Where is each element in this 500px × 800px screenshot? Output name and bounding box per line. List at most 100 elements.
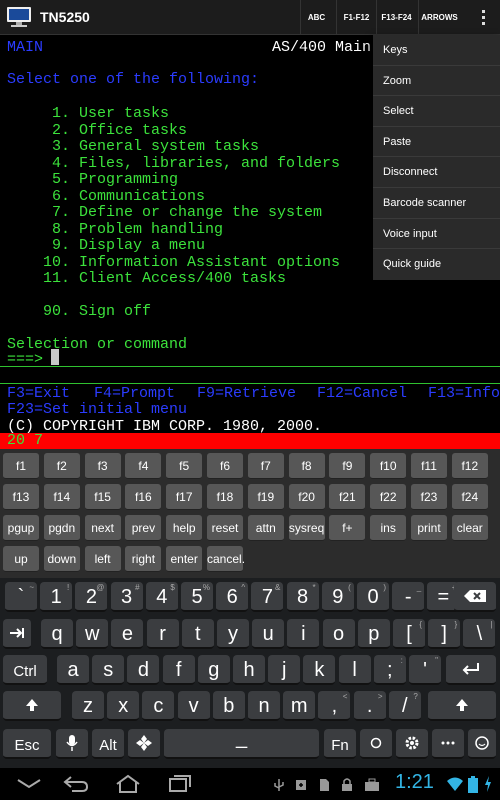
menu-item-paste[interactable]: Paste bbox=[373, 127, 500, 158]
terminal-key-cancel[interactable]: cancel. bbox=[207, 546, 245, 572]
terminal-key-enter[interactable]: enter bbox=[166, 546, 203, 572]
key-k-row3-7[interactable]: k bbox=[303, 655, 336, 685]
terminal-key-f7[interactable]: f7 bbox=[247, 453, 284, 479]
key-p-row2-9[interactable]: p bbox=[357, 619, 390, 649]
symbols-key[interactable] bbox=[128, 729, 160, 759]
settings-key[interactable] bbox=[396, 729, 428, 759]
menu-option[interactable]: 6. Communications bbox=[52, 188, 205, 205]
key-y-row2-5[interactable]: y bbox=[217, 619, 249, 649]
key-g-row3-4[interactable]: g bbox=[197, 655, 230, 685]
terminal-key-f11[interactable]: f11 bbox=[411, 453, 447, 479]
terminal-key-f23[interactable]: f23 bbox=[411, 484, 447, 510]
terminal-key-help[interactable]: help bbox=[166, 515, 203, 541]
menu-item-keys[interactable]: Keys bbox=[373, 35, 500, 66]
abc-keys-button[interactable]: ABC bbox=[300, 0, 332, 35]
key-b-row4-4[interactable]: b bbox=[212, 691, 245, 721]
fn-key[interactable]: Fn bbox=[324, 729, 356, 759]
terminal-key-f1[interactable]: f1 bbox=[3, 453, 39, 479]
signoff-option[interactable]: 90. Sign off bbox=[43, 303, 151, 320]
key-j-row3-6[interactable]: j bbox=[268, 655, 301, 685]
terminal-key-f18[interactable]: f18 bbox=[207, 484, 243, 510]
key-3-row1[interactable]: 3 # bbox=[110, 582, 143, 612]
circle-key[interactable] bbox=[360, 729, 392, 759]
terminal-key-f14[interactable]: f14 bbox=[43, 484, 80, 510]
terminal-key-attn[interactable]: attn bbox=[247, 515, 284, 541]
key-f-row3-3[interactable]: f bbox=[162, 655, 195, 685]
terminal-key-f10[interactable]: f10 bbox=[370, 453, 407, 479]
emoji-key[interactable] bbox=[468, 729, 496, 759]
more-key[interactable] bbox=[432, 729, 464, 759]
menu-option[interactable]: 11. Client Access/400 tasks bbox=[43, 270, 286, 287]
key-x-row3-10[interactable]: ' " bbox=[409, 655, 441, 685]
arrows-button[interactable]: ARROWS bbox=[418, 0, 460, 35]
terminal-key-up[interactable]: up bbox=[3, 546, 39, 572]
key-x-row4-8[interactable]: . > bbox=[353, 691, 386, 721]
terminal-key-f21[interactable]: f21 bbox=[329, 484, 366, 510]
fkey-f12[interactable]: F12=Cancel bbox=[317, 386, 407, 402]
terminal-key-f5[interactable]: f5 bbox=[166, 453, 203, 479]
esc-key[interactable]: Esc bbox=[3, 729, 51, 759]
terminal-key-reset[interactable]: reset bbox=[207, 515, 243, 541]
terminal-key-f20[interactable]: f20 bbox=[288, 484, 325, 510]
shift-key-right[interactable] bbox=[428, 691, 496, 721]
key-u-row2-6[interactable]: u bbox=[252, 619, 285, 649]
key-9-row1[interactable]: 9( bbox=[321, 582, 354, 612]
key-n-row4-5[interactable]: n bbox=[248, 691, 280, 721]
terminal-key-print[interactable]: print bbox=[411, 515, 447, 541]
terminal-key-down[interactable]: down bbox=[43, 546, 80, 572]
f13-f24-button[interactable]: F13-F24 bbox=[376, 0, 416, 35]
key-q-row2-0[interactable]: q bbox=[41, 619, 73, 649]
key-1-row1[interactable]: 1! bbox=[40, 582, 73, 612]
key-t-row2-4[interactable]: t bbox=[181, 619, 214, 649]
menu-option[interactable]: 5. Programming bbox=[52, 171, 178, 188]
menu-item-voice-input[interactable]: Voice input bbox=[373, 219, 500, 250]
menu-option[interactable]: 2. Office tasks bbox=[52, 122, 187, 139]
terminal-key-prev[interactable]: prev bbox=[125, 515, 162, 541]
key-11-row1[interactable]: - _ bbox=[392, 582, 425, 612]
key-x-row4-7[interactable]: , < bbox=[318, 691, 351, 721]
key-4-row1[interactable]: 4 $ bbox=[145, 582, 178, 612]
fkey-f23[interactable]: F23=Set initial menu bbox=[7, 402, 187, 418]
menu-option[interactable]: 8. Problem handling bbox=[52, 221, 223, 238]
terminal-key-f8[interactable]: f8 bbox=[288, 453, 325, 479]
key-x-row4-9[interactable]: /? bbox=[388, 691, 421, 721]
key-h-row3-5[interactable]: h bbox=[233, 655, 265, 685]
menu-option[interactable]: 7. Define or change the system bbox=[52, 204, 322, 221]
menu-option[interactable]: 9. Display a menu bbox=[52, 237, 205, 254]
home-icon[interactable] bbox=[114, 774, 142, 794]
fkey-f9[interactable]: F9=Retrieve bbox=[197, 386, 296, 402]
back-icon[interactable] bbox=[62, 774, 90, 794]
terminal-key-pgup[interactable]: pgup bbox=[3, 515, 39, 541]
key-7-row1[interactable]: 7 & bbox=[251, 582, 284, 612]
terminal-key-f24[interactable]: f24 bbox=[451, 484, 488, 510]
backspace-key[interactable] bbox=[454, 582, 496, 612]
key-8-row1[interactable]: 8 * bbox=[286, 582, 319, 612]
menu-option[interactable]: 3. General system tasks bbox=[52, 138, 259, 155]
terminal-key-f2[interactable]: f2 bbox=[43, 453, 80, 479]
shift-key-left[interactable] bbox=[3, 691, 61, 721]
key-a-row3-0[interactable]: a bbox=[57, 655, 89, 685]
key-e-row2-2[interactable]: e bbox=[111, 619, 144, 649]
menu-item-zoom[interactable]: Zoom bbox=[373, 66, 500, 97]
terminal-key-f4[interactable]: f4 bbox=[125, 453, 162, 479]
menu-item-disconnect[interactable]: Disconnect bbox=[373, 157, 500, 188]
terminal-key-pgdn[interactable]: pgdn bbox=[43, 515, 80, 541]
fkey-f3[interactable]: F3=Exit bbox=[7, 386, 70, 402]
terminal-key-f12[interactable]: f12 bbox=[451, 453, 488, 479]
terminal-key-right[interactable]: right bbox=[125, 546, 162, 572]
enter-key[interactable] bbox=[446, 655, 496, 685]
terminal-key-ins[interactable]: ins bbox=[370, 515, 407, 541]
key-0-row1[interactable]: ` ~ bbox=[5, 582, 37, 612]
key-x-row3-9[interactable]: ;: bbox=[373, 655, 406, 685]
key-m-row4-6[interactable]: m bbox=[283, 691, 316, 721]
voice-key[interactable] bbox=[56, 729, 88, 759]
hide-keyboard-icon[interactable] bbox=[14, 776, 44, 792]
recent-apps-icon[interactable] bbox=[166, 774, 194, 794]
ctrl-key[interactable]: Ctrl bbox=[3, 655, 47, 685]
terminal-key-f9[interactable]: f9 bbox=[329, 453, 366, 479]
key-x-row2-10[interactable]: [{ bbox=[393, 619, 425, 649]
key-x-row4-1[interactable]: x bbox=[107, 691, 140, 721]
menu-item-select[interactable]: Select bbox=[373, 96, 500, 127]
key-10-row1[interactable]: 0) bbox=[357, 582, 389, 612]
key-v-row4-3[interactable]: v bbox=[177, 691, 210, 721]
